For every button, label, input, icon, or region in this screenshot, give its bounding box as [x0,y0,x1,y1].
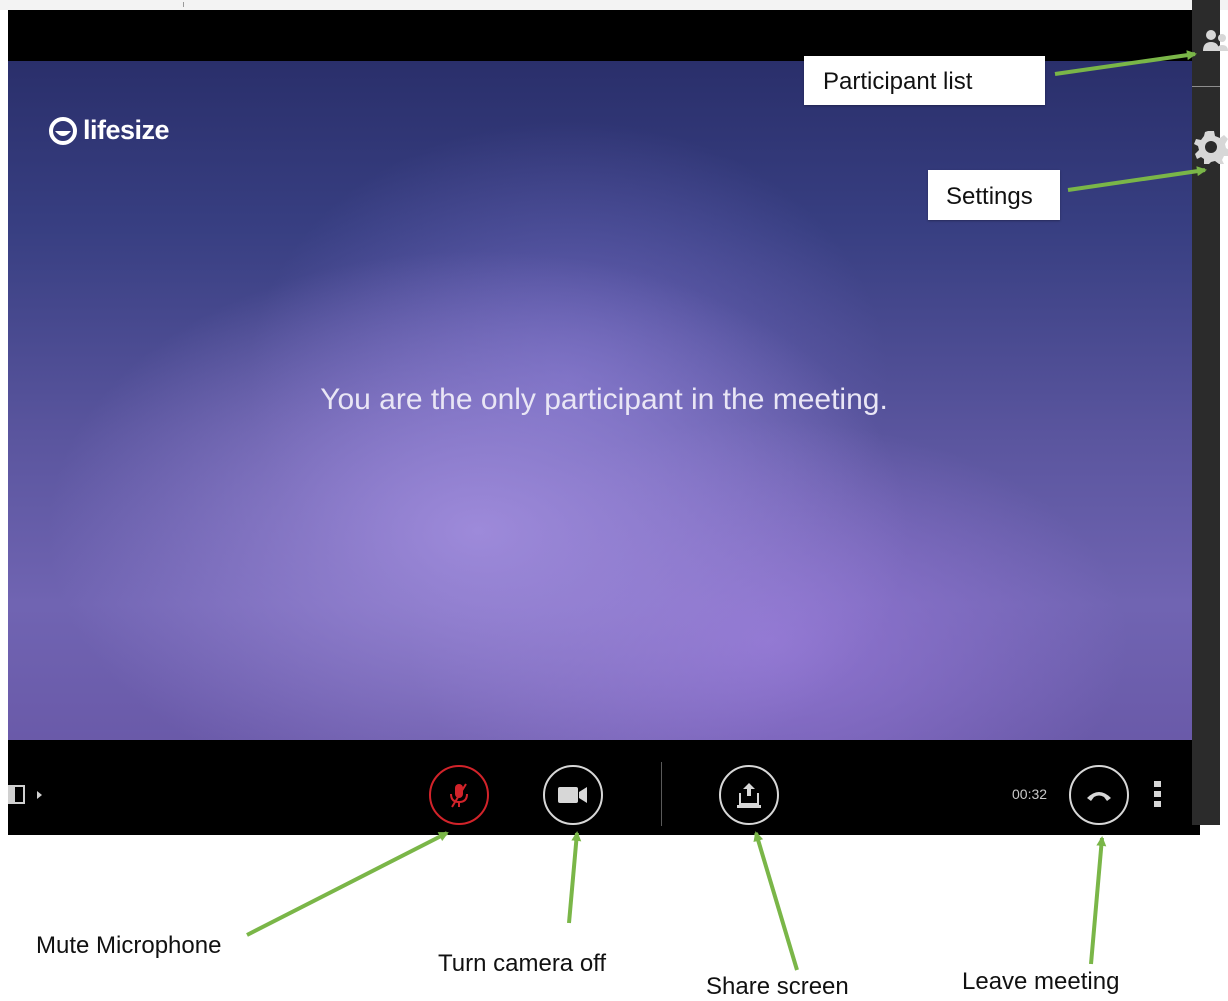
right-side-rail [1192,0,1220,825]
lifesize-logo: lifesize [48,115,170,146]
only-participant-message: You are the only participant in the meet… [320,383,888,416]
gear-icon[interactable] [1193,128,1228,164]
microphone-muted-icon [450,783,468,808]
meeting-controls-bar: 00:32 [8,740,1200,835]
lifesize-logo-icon [49,116,77,145]
brand-name: lifesize [83,115,170,145]
share-screen-icon [737,783,761,808]
video-top-bar [8,10,1200,61]
arrow-leave-meeting [1089,836,1107,965]
hang-up-icon [1087,792,1111,801]
mute-microphone-button[interactable] [429,765,489,825]
video-area: lifesize You are the only participant in… [8,61,1200,740]
camera-button[interactable] [543,765,603,825]
label-share-screen: Share screen [706,973,849,1000]
share-screen-button[interactable] [719,765,779,825]
controls-divider [661,762,662,826]
leave-meeting-button[interactable] [1069,765,1129,825]
callout-settings: Settings [928,170,1060,220]
layout-toggle-icon[interactable] [8,783,44,807]
ruler-tick [183,2,184,7]
meeting-window: lifesize You are the only participant in… [8,10,1228,835]
video-camera-icon [558,787,587,803]
arrow-mute-microphone [246,831,449,937]
vertical-ellipsis-icon[interactable] [1151,777,1165,811]
participants-icon[interactable] [1203,29,1228,53]
label-turn-camera-off: Turn camera off [438,950,607,977]
window-top-strip [0,0,1228,10]
arrow-share-screen [753,831,799,971]
label-mute-microphone: Mute Microphone [36,932,222,959]
label-leave-meeting: Leave meeting [962,968,1120,995]
arrow-turn-camera-off [567,831,582,924]
meeting-timer: 00:32 [1012,786,1048,802]
rail-separator [1192,86,1220,87]
callout-participant-list: Participant list [804,56,1045,105]
